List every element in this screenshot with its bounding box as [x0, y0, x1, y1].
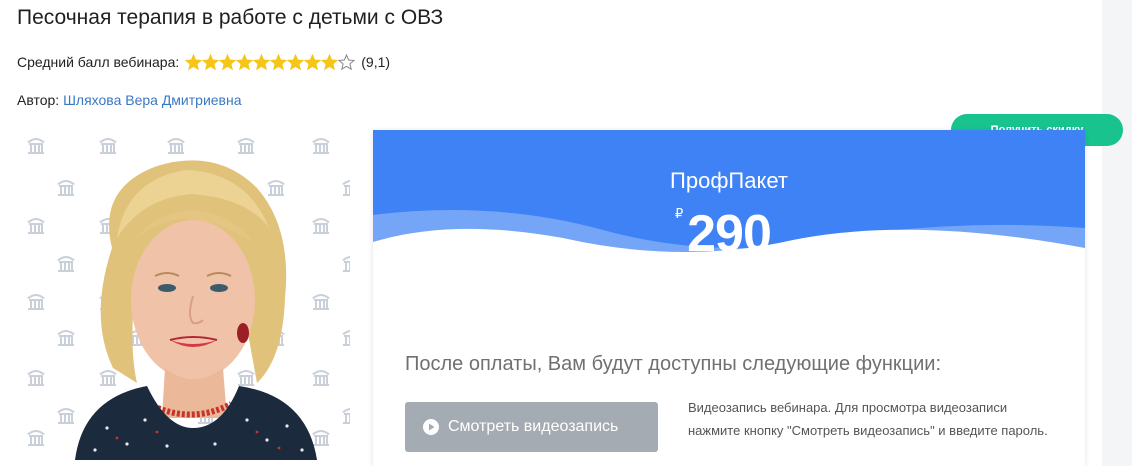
author-photo	[17, 128, 350, 460]
star-icon	[304, 53, 322, 70]
star-icon	[185, 53, 203, 70]
rating-value: (9,1)	[361, 54, 391, 70]
rating-stars	[185, 53, 356, 71]
author-link[interactable]: Шляхова Вера Дмитриевна	[63, 92, 241, 108]
currency-symbol: ₽	[675, 206, 684, 221]
play-icon	[423, 419, 439, 435]
star-icon	[321, 53, 339, 70]
watch-video-description: Видеозапись вебинара. Для просмотра виде…	[688, 400, 1048, 438]
author-photo-image	[27, 138, 350, 460]
watch-video-button[interactable]: Смотреть видеозапись	[405, 402, 658, 452]
price-value: 290	[687, 205, 772, 263]
star-icon	[202, 53, 220, 70]
star-icon	[270, 53, 288, 70]
rating-label: Средний балл вебинара:	[17, 54, 180, 70]
star-icon	[253, 53, 271, 70]
star-icon	[287, 53, 305, 70]
author-row: Автор: Шляхова Вера Дмитриевна	[17, 92, 242, 108]
star-icon	[338, 53, 356, 70]
price-card-header: ПрофПакет ₽ 290	[373, 130, 1085, 290]
page-title: Песочная терапия в работе с детьми с ОВЗ	[17, 6, 444, 29]
author-label: Автор:	[17, 92, 60, 108]
rating-row: Средний балл вебинара: (9,1)	[17, 51, 390, 73]
price-card: ПрофПакет ₽ 290 После оплаты, Вам будут …	[373, 130, 1085, 466]
star-icon	[219, 53, 237, 70]
package-name: ПрофПакет	[670, 168, 788, 193]
right-side-strip	[1102, 0, 1132, 466]
star-icon	[236, 53, 254, 70]
package-price: ₽ 290	[373, 204, 1085, 264]
features-heading: После оплаты, Вам будут доступны следующ…	[405, 353, 942, 375]
watch-video-label: Смотреть видеозапись	[448, 418, 619, 435]
